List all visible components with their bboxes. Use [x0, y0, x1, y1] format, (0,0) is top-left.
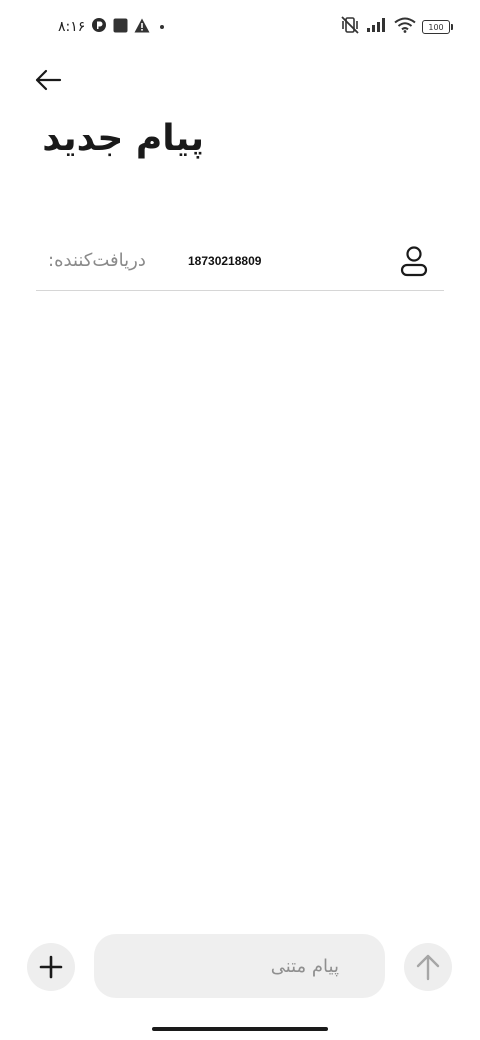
battery-level: 100 — [428, 22, 444, 32]
recipient-row[interactable]: دریافت‌کننده: 18730218809 — [36, 238, 444, 291]
status-bar: ۸:۱۶ 100 — [0, 0, 480, 54]
dot-icon — [156, 18, 168, 37]
arrow-left-icon — [35, 69, 62, 91]
wifi-icon — [394, 17, 416, 37]
signal-icon — [366, 17, 388, 37]
square-icon — [113, 18, 128, 37]
recipient-label: دریافت‌کننده: — [48, 250, 146, 271]
send-button[interactable] — [404, 943, 452, 991]
warning-icon — [134, 18, 150, 37]
arrow-up-icon — [416, 954, 440, 981]
vibrate-off-icon — [340, 16, 360, 38]
status-time: ۸:۱۶ — [58, 19, 86, 35]
status-left: ۸:۱۶ — [58, 15, 168, 39]
add-attachment-button[interactable] — [27, 943, 75, 991]
status-right: 100 — [340, 15, 453, 39]
plus-icon — [39, 955, 63, 979]
person-icon[interactable] — [398, 244, 430, 278]
recipient-number[interactable]: 18730218809 — [188, 254, 261, 268]
page-title: پیام جدید — [42, 118, 204, 159]
battery-icon: 100 — [422, 20, 453, 34]
app-icon — [91, 17, 107, 37]
back-button[interactable] — [30, 62, 66, 98]
message-input[interactable] — [94, 934, 385, 998]
home-indicator[interactable] — [152, 1027, 328, 1031]
